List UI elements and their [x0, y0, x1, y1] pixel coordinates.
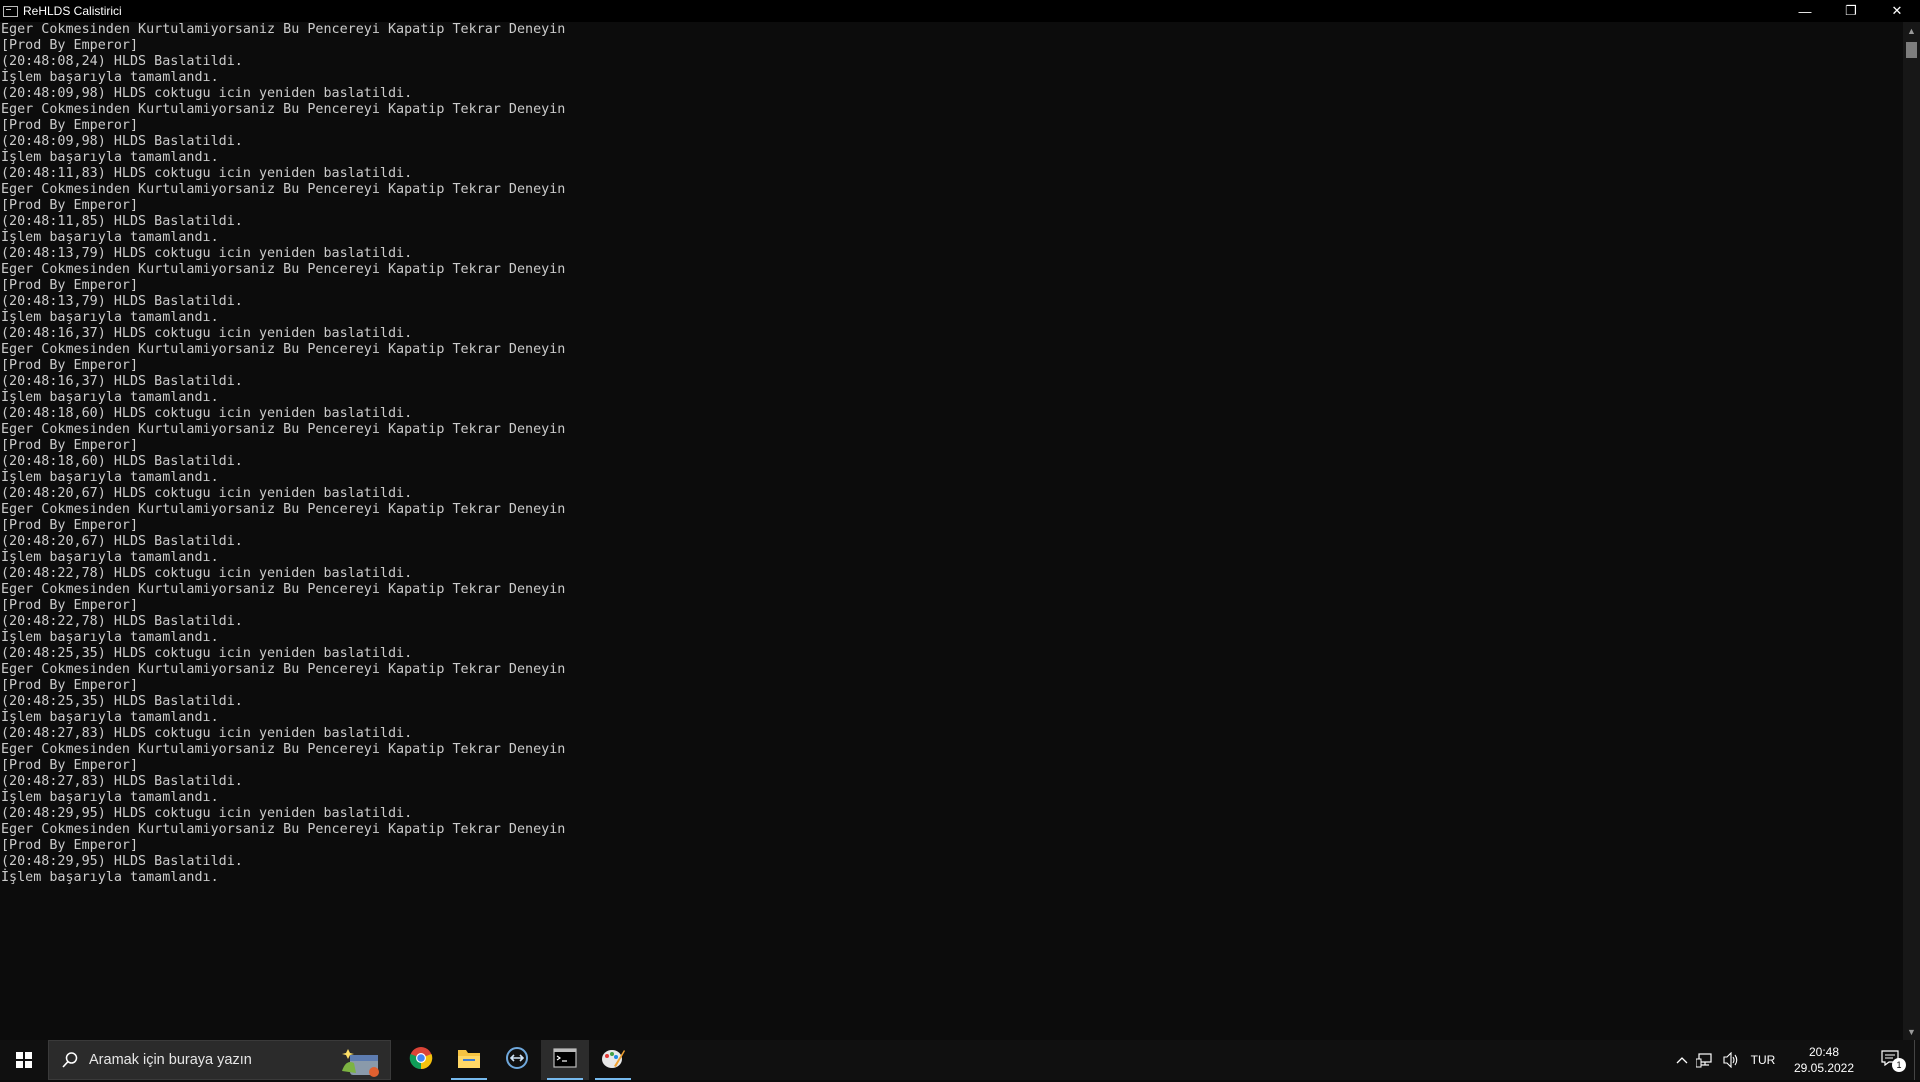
console-line: (20:48:20,67) HLDS Baslatildi.	[1, 534, 243, 549]
console-line: İşlem başarıyla tamamlandı.	[1, 230, 219, 245]
console-line: (20:48:16,37) HLDS Baslatildi.	[1, 374, 243, 389]
taskbar-paint[interactable]	[589, 1040, 637, 1080]
console-line: (20:48:09,98) HLDS coktugu icin yeniden …	[1, 86, 413, 101]
windows-logo-icon	[16, 1052, 32, 1068]
chrome-icon	[409, 1046, 433, 1075]
close-button[interactable]: ✕	[1874, 0, 1920, 22]
console-line: İşlem başarıyla tamamlandı.	[1, 150, 219, 165]
console-line: Eger Cokmesinden Kurtulamiyorsaniz Bu Pe…	[1, 582, 566, 597]
console-line: [Prod By Emperor]	[1, 198, 139, 213]
system-tray: TUR 20:48 29.05.2022 1	[1672, 1040, 1920, 1080]
console-line: [Prod By Emperor]	[1, 278, 139, 293]
search-input[interactable]	[87, 1051, 311, 1069]
console-line: (20:48:11,85) HLDS Baslatildi.	[1, 214, 243, 229]
taskbar-apps	[397, 1040, 637, 1080]
console-line: [Prod By Emperor]	[1, 598, 139, 613]
search-highlight-icon[interactable]	[338, 1045, 382, 1077]
clock-time: 20:48	[1808, 1045, 1840, 1059]
console-line: Eger Cokmesinden Kurtulamiyorsaniz Bu Pe…	[1, 662, 566, 677]
action-center-button[interactable]: 1	[1866, 1040, 1914, 1080]
paint-icon	[600, 1046, 626, 1075]
file-explorer-icon	[457, 1047, 481, 1074]
console-app-icon	[3, 5, 18, 17]
scroll-up-arrow-icon[interactable]: ▲	[1903, 22, 1920, 39]
console-line: [Prod By Emperor]	[1, 38, 139, 53]
console-line: (20:48:13,79) HLDS coktugu icin yeniden …	[1, 246, 413, 261]
console-line: Eger Cokmesinden Kurtulamiyorsaniz Bu Pe…	[1, 342, 566, 357]
taskbar-search-box[interactable]	[48, 1040, 391, 1080]
teamviewer-icon	[505, 1046, 529, 1075]
console-line: İşlem başarıyla tamamlandı.	[1, 870, 219, 885]
console-line: (20:48:22,78) HLDS coktugu icin yeniden …	[1, 566, 413, 581]
console-line: [Prod By Emperor]	[1, 758, 139, 773]
clock[interactable]: 20:48 29.05.2022	[1782, 1040, 1866, 1080]
input-language-indicator[interactable]: TUR	[1744, 1040, 1782, 1080]
minimize-button[interactable]: —	[1782, 0, 1828, 22]
console-line: (20:48:16,37) HLDS coktugu icin yeniden …	[1, 326, 413, 341]
start-button[interactable]	[0, 1040, 48, 1080]
console-line: Eger Cokmesinden Kurtulamiyorsaniz Bu Pe…	[1, 822, 566, 837]
console-line: Eger Cokmesinden Kurtulamiyorsaniz Bu Pe…	[1, 262, 566, 277]
console-line: [Prod By Emperor]	[1, 838, 139, 853]
clock-date: 29.05.2022	[1793, 1061, 1855, 1075]
show-hidden-icons-chevron-up-icon[interactable]	[1672, 1040, 1692, 1080]
console-line: (20:48:08,24) HLDS Baslatildi.	[1, 54, 243, 69]
console-line: (20:48:11,83) HLDS coktugu icin yeniden …	[1, 166, 413, 181]
show-desktop-button[interactable]	[1914, 1040, 1920, 1080]
notification-count-badge: 1	[1892, 1058, 1906, 1072]
console-line: (20:48:18,60) HLDS Baslatildi.	[1, 454, 243, 469]
vertical-scrollbar[interactable]: ▲ ▼	[1903, 22, 1920, 1040]
console-line: (20:48:27,83) HLDS coktugu icin yeniden …	[1, 726, 413, 741]
console-line: İşlem başarıyla tamamlandı.	[1, 470, 219, 485]
console-line: Eger Cokmesinden Kurtulamiyorsaniz Bu Pe…	[1, 422, 566, 437]
network-icon[interactable]	[1692, 1040, 1718, 1080]
console-line: (20:48:22,78) HLDS Baslatildi.	[1, 614, 243, 629]
taskbar-file-explorer[interactable]	[445, 1040, 493, 1080]
window-title: ReHLDS Calistirici	[23, 4, 122, 18]
console-line: [Prod By Emperor]	[1, 518, 139, 533]
console-line: Eger Cokmesinden Kurtulamiyorsaniz Bu Pe…	[1, 102, 566, 117]
console-line: İşlem başarıyla tamamlandı.	[1, 390, 219, 405]
restore-button[interactable]: ❐	[1828, 0, 1874, 22]
console-output-area[interactable]: Eger Cokmesinden Kurtulamiyorsaniz Bu Pe…	[0, 22, 1902, 1040]
console-line: (20:48:25,35) HLDS Baslatildi.	[1, 694, 243, 709]
console-line: Eger Cokmesinden Kurtulamiyorsaniz Bu Pe…	[1, 742, 566, 757]
taskbar: TUR 20:48 29.05.2022 1	[0, 1040, 1920, 1080]
console-line: (20:48:25,35) HLDS coktugu icin yeniden …	[1, 646, 413, 661]
console-line: İşlem başarıyla tamamlandı.	[1, 630, 219, 645]
console-line: (20:48:18,60) HLDS coktugu icin yeniden …	[1, 406, 413, 421]
window-title-bar[interactable]: ReHLDS Calistirici — ❐ ✕	[0, 0, 1920, 22]
scroll-down-arrow-icon[interactable]: ▼	[1903, 1023, 1920, 1040]
scrollbar-thumb[interactable]	[1906, 42, 1917, 58]
taskbar-chrome[interactable]	[397, 1040, 445, 1080]
console-line: İşlem başarıyla tamamlandı.	[1, 710, 219, 725]
taskbar-console[interactable]	[541, 1040, 589, 1080]
console-line: (20:48:27,83) HLDS Baslatildi.	[1, 774, 243, 789]
console-line: Eger Cokmesinden Kurtulamiyorsaniz Bu Pe…	[1, 502, 566, 517]
console-line: [Prod By Emperor]	[1, 118, 139, 133]
console-line: İşlem başarıyla tamamlandı.	[1, 310, 219, 325]
console-line: [Prod By Emperor]	[1, 678, 139, 693]
console-line: Eger Cokmesinden Kurtulamiyorsaniz Bu Pe…	[1, 182, 566, 197]
console-line: [Prod By Emperor]	[1, 438, 139, 453]
search-icon	[61, 1051, 79, 1069]
console-line: İşlem başarıyla tamamlandı.	[1, 550, 219, 565]
console-line: (20:48:20,67) HLDS coktugu icin yeniden …	[1, 486, 413, 501]
volume-icon[interactable]	[1718, 1040, 1744, 1080]
console-line: (20:48:29,95) HLDS Baslatildi.	[1, 854, 243, 869]
console-line: (20:48:29,95) HLDS coktugu icin yeniden …	[1, 806, 413, 821]
console-text: Eger Cokmesinden Kurtulamiyorsaniz Bu Pe…	[0, 22, 1902, 886]
console-line: [Prod By Emperor]	[1, 358, 139, 373]
console-line: İşlem başarıyla tamamlandı.	[1, 70, 219, 85]
console-line: (20:48:09,98) HLDS Baslatildi.	[1, 134, 243, 149]
console-line: İşlem başarıyla tamamlandı.	[1, 790, 219, 805]
taskbar-teamviewer[interactable]	[493, 1040, 541, 1080]
console-line: (20:48:13,79) HLDS Baslatildi.	[1, 294, 243, 309]
console-icon	[553, 1047, 577, 1073]
console-line: Eger Cokmesinden Kurtulamiyorsaniz Bu Pe…	[1, 22, 566, 37]
window-controls: — ❐ ✕	[1782, 0, 1920, 22]
